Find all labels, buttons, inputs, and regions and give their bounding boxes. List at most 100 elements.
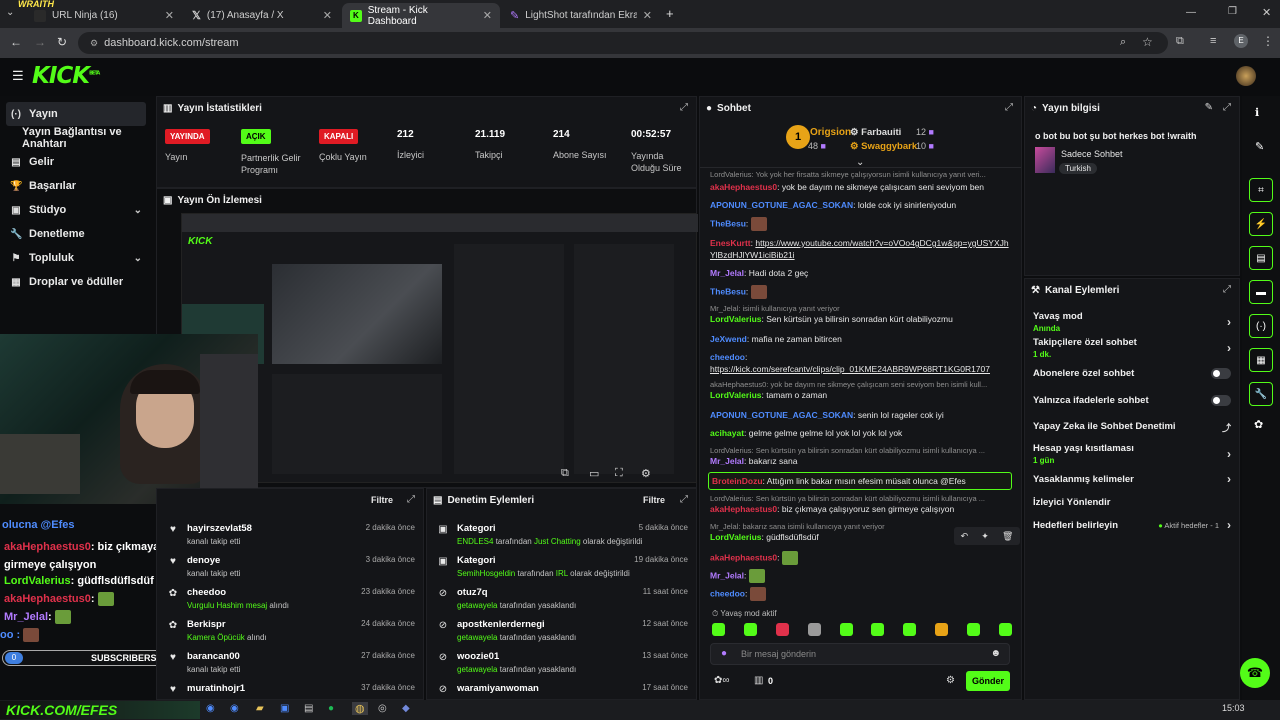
chat-username[interactable]: cheedoo <box>710 588 745 598</box>
lightning-tool-button[interactable]: ⚡ <box>1249 212 1273 236</box>
info-icon[interactable]: ℹ <box>1255 106 1259 119</box>
kicks-icon[interactable]: ✿ <box>1254 418 1263 431</box>
slow-mode-action[interactable]: Yavaş mod Anında › <box>1033 311 1231 333</box>
chrome-icon[interactable]: ◍ <box>352 702 368 715</box>
theater-icon[interactable]: ▭ <box>589 467 599 480</box>
emote-icon[interactable] <box>712 623 725 636</box>
kick-logo[interactable]: KICKBETA <box>32 63 100 89</box>
tab-search-icon[interactable]: ⌄ <box>6 7 14 18</box>
bookmark-star-icon[interactable]: ☆ <box>1142 35 1153 49</box>
emoji-icon[interactable]: ☻ <box>990 648 1001 659</box>
sidebar-item-stream-key[interactable]: Yayın Bağlantısı ve Anahtarı <box>0 126 154 150</box>
subscribers-only-toggle[interactable] <box>1211 368 1231 379</box>
filter-button[interactable]: Filtre <box>643 495 665 505</box>
back-arrow-icon[interactable]: ← <box>10 35 22 49</box>
chat-username[interactable]: Mr_Jelal <box>710 570 744 580</box>
emote-only-toggle[interactable] <box>1211 395 1231 406</box>
chat-username[interactable]: BroteinDozu <box>712 476 763 486</box>
chat-tool-button[interactable]: ▬ <box>1249 280 1273 304</box>
site-info-icon[interactable]: ⚙ <box>90 38 98 49</box>
folder-icon[interactable]: ▰ <box>256 703 264 714</box>
expand-icon[interactable]: ⤢ <box>680 494 688 505</box>
banned-words-action[interactable]: Yasaklanmış kelimeler › <box>1033 472 1231 486</box>
chat-username[interactable]: akaHephaestus0 <box>710 552 777 562</box>
notes-tool-button[interactable]: ▤ <box>1249 246 1273 270</box>
zoom-icon[interactable]: ⌕ <box>1120 36 1126 49</box>
pin-icon[interactable]: ✦ <box>981 531 989 542</box>
wrench-tool-button[interactable]: 🔧 <box>1249 382 1273 406</box>
edge-dev-icon[interactable]: ◉ <box>230 703 239 714</box>
tab-lightshot[interactable]: ✎ LightShot tarafından Ekran Gör... ✕ <box>502 3 660 28</box>
chat-username[interactable]: JeXwend <box>710 334 747 344</box>
goals-action[interactable]: Hedefleri belirleyin ● Aktif hedefler - 1… <box>1033 518 1231 532</box>
settings-gear-icon[interactable]: ⚙ <box>641 467 651 480</box>
tab-kick-dashboard[interactable]: K Stream - Kick Dashboard ✕ <box>342 3 500 28</box>
fullscreen-icon[interactable]: ⛶ <box>615 467 623 480</box>
account-age-action[interactable]: Hesap yaşı kısıtlaması 1 gün › <box>1033 443 1231 465</box>
chat-username[interactable]: LordValerius <box>710 390 762 400</box>
chevron-down-icon[interactable]: ⌄ <box>134 205 142 216</box>
chevron-right-icon[interactable]: › <box>1227 315 1231 329</box>
chat-link[interactable]: https://kick.com/serefcantv/clips/clip_0… <box>710 364 990 374</box>
sidebar-item-topluluk[interactable]: ⚑ Topluluk ⌄ <box>0 246 154 270</box>
raid-action[interactable]: İzleyici Yönlendir <box>1033 497 1231 508</box>
sidebar-item-basarilar[interactable]: 🏆 Başarılar <box>0 174 154 198</box>
tab-x[interactable]: 𝕏 (17) Anasayfa / X ✕ <box>184 3 340 28</box>
maximize-button[interactable]: ❐ <box>1228 6 1237 17</box>
close-window-button[interactable]: ✕ <box>1262 6 1271 19</box>
chat-username[interactable]: Mr_Jelal <box>710 268 744 278</box>
expand-icon[interactable]: ⤢ <box>680 102 688 113</box>
leader-name[interactable]: Farbauiti <box>861 127 901 138</box>
forward-arrow-icon[interactable]: → <box>34 35 46 49</box>
close-icon[interactable]: ✕ <box>643 9 652 22</box>
chevron-right-icon[interactable]: › <box>1227 518 1231 532</box>
close-icon[interactable]: ✕ <box>323 9 332 22</box>
sidebar-item-droplar[interactable]: ▦ Droplar ve ödüller <box>0 270 154 294</box>
spotify-icon[interactable]: ● <box>328 703 334 714</box>
chat-username[interactable]: acihayat <box>710 428 744 438</box>
chevron-right-icon[interactable]: › <box>1227 472 1231 486</box>
chat-username[interactable]: TheBesu <box>710 286 746 296</box>
edit-pencil-icon[interactable]: ✎ <box>1205 102 1213 113</box>
profile-avatar[interactable]: E <box>1234 34 1248 48</box>
sidebar-item-gelir[interactable]: ▤ Gelir <box>0 150 154 174</box>
chat-username[interactable]: cheedoo <box>710 352 745 362</box>
followers-only-action[interactable]: Takipçilere özel sohbet 1 dk. › <box>1033 337 1231 359</box>
expand-icon[interactable]: ⤢ <box>407 494 415 505</box>
delete-icon[interactable]: 🗑 <box>1002 531 1013 542</box>
chat-username[interactable]: APONUN_GOTUNE_AGAC_SOKAN <box>710 200 853 210</box>
mic-icon[interactable]: ● <box>721 648 727 659</box>
discord-icon[interactable]: ◆ <box>402 703 410 714</box>
external-link-icon[interactable]: ⤴ <box>1222 421 1231 434</box>
chat-username[interactable]: akaHephaestus0 <box>710 504 777 514</box>
close-icon[interactable]: ✕ <box>483 9 492 22</box>
emote-icon[interactable] <box>839 623 853 636</box>
chat-username[interactable]: APONUN_GOTUNE_AGAC_SOKAN <box>710 410 853 420</box>
chat-username[interactable]: LordValerius <box>710 532 762 542</box>
emote-icon[interactable] <box>967 623 980 636</box>
chat-link[interactable]: https://www.youtube.com/watch?v=oVOo4gDC… <box>710 238 1009 260</box>
chevron-right-icon[interactable]: › <box>1227 341 1231 355</box>
expand-icon[interactable]: ⤢ <box>1005 102 1013 113</box>
chat-username[interactable]: Mr_Jelal <box>710 456 744 466</box>
edge-icon[interactable]: ◉ <box>206 703 215 714</box>
tab-url-ninja[interactable]: URL Ninja (16) ✕ <box>26 3 182 28</box>
menu-dots-icon[interactable]: ⋮ <box>1262 34 1274 48</box>
reply-icon[interactable]: ↶ <box>961 531 969 542</box>
hamburger-menu-icon[interactable]: ☰ <box>12 68 24 84</box>
chevron-right-icon[interactable]: › <box>1227 447 1231 461</box>
broadcast-tool-button[interactable]: (·) <box>1249 314 1273 338</box>
stream-tag[interactable]: Turkish <box>1059 163 1097 174</box>
emote-icon[interactable] <box>775 623 789 636</box>
sidebar-item-yayin[interactable]: (·) Yayın <box>6 102 146 126</box>
close-icon[interactable]: ✕ <box>165 9 174 22</box>
ai-moderation-action[interactable]: Yapay Zeka ile Sohbet Denetimi ⤴ <box>1033 421 1231 434</box>
minimize-button[interactable]: — <box>1186 7 1196 18</box>
expand-icon[interactable]: ⤢ <box>1223 102 1231 113</box>
chat-input[interactable]: ● Bir mesaj gönderin ☻ <box>710 643 1010 665</box>
emote-icon[interactable] <box>998 623 1012 636</box>
user-avatar[interactable] <box>1236 66 1256 86</box>
preview-video[interactable]: KICK <box>181 213 698 483</box>
media-icon[interactable]: ≡ <box>1210 35 1216 47</box>
sidebar-item-studyo[interactable]: ▣ Stüdyo ⌄ <box>0 198 154 222</box>
